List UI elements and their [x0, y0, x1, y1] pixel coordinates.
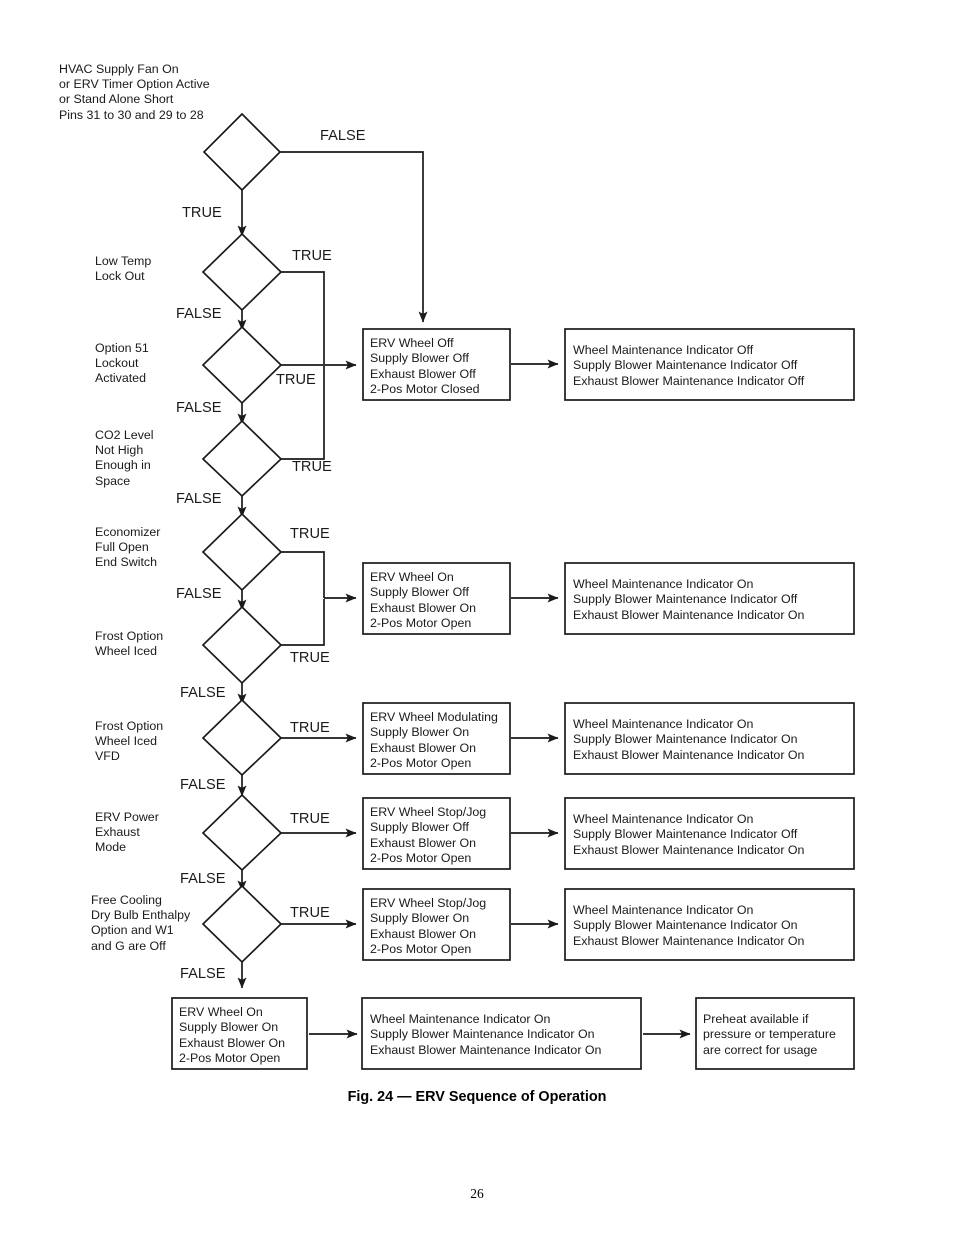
indicator-text-i5: Wheel Maintenance Indicator On Supply Bl… [573, 903, 805, 948]
edge-label-d1-false: FALSE [320, 128, 366, 144]
decision-label-d3: Option 51 Lockout Activated [95, 341, 149, 386]
action-text-a5: ERV Wheel Stop/Jog Supply Blower On Exha… [370, 896, 487, 957]
decision-shape-d1 [202, 112, 282, 192]
action-text-a2: ERV Wheel On Supply Blower Off Exhaust B… [370, 570, 477, 631]
decision-label-d1: HVAC Supply Fan On or ERV Timer Option A… [59, 62, 210, 122]
decision-shape-d9 [201, 884, 283, 964]
decision-shape-d7 [201, 698, 283, 777]
indicator-text-i3: Wheel Maintenance Indicator On Supply Bl… [573, 717, 805, 762]
decision-shape-d2 [201, 232, 283, 312]
edge-label-d3-true: TRUE [276, 372, 316, 388]
decision-shape-d6 [201, 605, 283, 685]
decision-label-d6: Frost Option Wheel Iced [95, 629, 164, 659]
edge-label-d3-false: FALSE [176, 400, 222, 416]
figure-caption: Fig. 24 — ERV Sequence of Operation [347, 1089, 607, 1105]
edge-label-d6-true: TRUE [290, 650, 330, 666]
edge-label-d5-true: TRUE [290, 526, 330, 542]
decision-label-d8: ERV Power Exhaust Mode [95, 810, 159, 855]
indicator-text-i1: Wheel Maintenance Indicator Off Supply B… [573, 343, 805, 388]
edge-label-d9-false: FALSE [180, 966, 226, 982]
decision-shape-d8 [201, 793, 283, 872]
edge-label-d4-false: FALSE [176, 491, 222, 507]
decision-shape-d3 [201, 325, 283, 405]
decision-label-d7: Frost Option Wheel Iced VFD [95, 719, 164, 764]
indicator-text-i4: Wheel Maintenance Indicator On Supply Bl… [573, 812, 805, 857]
edge-d2-true [281, 271, 325, 364]
edge-d5-true [281, 551, 325, 598]
edge-label-d1-true: TRUE [182, 205, 222, 221]
edge-label-d4-true: TRUE [292, 459, 332, 475]
action-text-a3: ERV Wheel Modulating Supply Blower On Ex… [370, 710, 498, 771]
indicator-text-i2: Wheel Maintenance Indicator On Supply Bl… [573, 577, 805, 622]
terminal-text-t1: Preheat available if pressure or tempera… [703, 1012, 836, 1057]
edge-label-d5-false: FALSE [176, 586, 222, 602]
edge-label-d7-true: TRUE [290, 720, 330, 736]
edge-label-d8-true: TRUE [290, 811, 330, 827]
flowchart-canvas: HVAC Supply Fan On or ERV Timer Option A… [0, 0, 954, 1235]
decision-label-d2: Low Temp Lock Out [95, 254, 152, 284]
action-text-a4: ERV Wheel Stop/Jog Supply Blower Off Exh… [370, 805, 487, 866]
indicator-text-i6: Wheel Maintenance Indicator On Supply Bl… [370, 1012, 602, 1057]
decision-shape-d5 [201, 512, 283, 592]
edge-label-d2-false: FALSE [176, 306, 222, 322]
edge-label-d7-false: FALSE [180, 777, 226, 793]
action-text-a6: ERV Wheel On Supply Blower On Exhaust Bl… [179, 1005, 286, 1066]
edge-label-d6-false: FALSE [180, 685, 226, 701]
decision-shape-d4 [201, 419, 283, 498]
edge-label-d8-false: FALSE [180, 871, 226, 887]
edge-label-d9-true: TRUE [290, 905, 330, 921]
edge-label-d2-true: TRUE [292, 248, 332, 264]
action-text-a1: ERV Wheel Off Supply Blower Off Exhaust … [370, 336, 480, 397]
decision-label-d9: Free Cooling Dry Bulb Enthalpy Option an… [91, 893, 191, 953]
decision-label-d5: Economizer Full Open End Switch [95, 525, 161, 570]
decision-label-d4: CO2 Level Not High Enough in Space [95, 428, 154, 488]
edge-d6-true [281, 599, 325, 646]
edge-d1-false [280, 151, 428, 323]
page-number: 26 [470, 1186, 484, 1201]
